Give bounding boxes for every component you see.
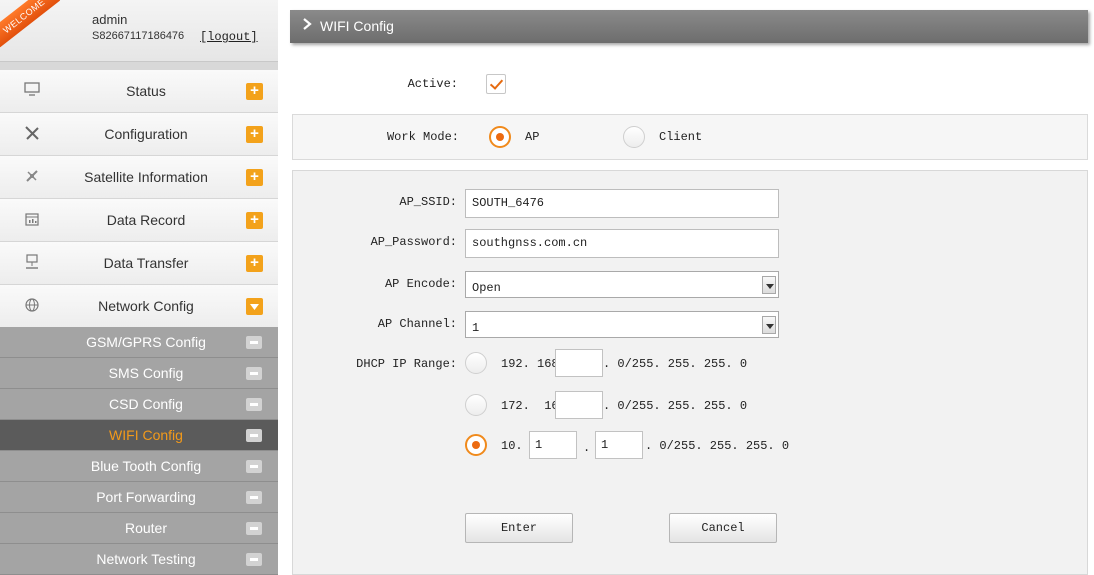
submenu-item-csd-config[interactable]: CSD Config: [0, 389, 278, 420]
submenu-item-label: WIFI Config: [109, 427, 183, 443]
menu-item-network-config[interactable]: Network Config: [0, 285, 278, 328]
submenu-item-label: Port Forwarding: [96, 489, 196, 505]
work-mode-ap-radio[interactable]: [489, 126, 511, 148]
ap-channel-value: 1: [472, 321, 480, 335]
cancel-button[interactable]: Cancel: [669, 513, 777, 543]
menu-item-satellite-information[interactable]: Satellite Information +: [0, 156, 278, 199]
logout-link[interactable]: [logout]: [200, 30, 258, 44]
menu-item-status[interactable]: Status +: [0, 70, 278, 113]
user-info-panel: WELCOME admin S82667117186476 [logout]: [0, 0, 278, 62]
ap-channel-label: AP Channel:: [377, 317, 457, 331]
dhcp-range-10-dot: .: [583, 441, 591, 455]
username: admin: [92, 12, 128, 27]
work-mode-client-label: Client: [659, 130, 703, 144]
sidebar: WELCOME admin S82667117186476 [logout] S…: [0, 0, 278, 575]
ap-settings-panel: AP_SSID: SOUTH_6476 AP_Password: southgn…: [292, 170, 1088, 575]
globe-icon: [22, 297, 42, 317]
expand-plus-icon[interactable]: +: [246, 255, 263, 272]
dhcp-range-10-octet1-input[interactable]: 1: [529, 431, 577, 459]
submenu-item-label: Router: [124, 520, 168, 536]
dhcp-range-10-radio[interactable]: [465, 434, 487, 456]
submenu-item-port-forwarding[interactable]: Port Forwarding: [0, 482, 278, 513]
minus-icon: [246, 491, 262, 504]
submenu-item-gsm-gprs-config[interactable]: GSM/GPRS Config: [0, 327, 278, 358]
submenu-item-label: SMS Config: [108, 365, 184, 381]
menu-item-label: Network Config: [98, 298, 194, 314]
welcome-badge: WELCOME: [0, 0, 61, 48]
minus-icon: [246, 367, 262, 380]
network-icon: [22, 254, 42, 274]
submenu-item-sms-config[interactable]: SMS Config: [0, 358, 278, 389]
dropdown-arrow-icon: [762, 316, 776, 334]
work-mode-row: Work Mode: AP Client: [292, 114, 1088, 160]
ap-ssid-input[interactable]: SOUTH_6476: [465, 189, 779, 218]
dropdown-arrow-icon: [762, 276, 776, 294]
satellite-icon: [22, 168, 42, 188]
work-mode-label: Work Mode:: [386, 130, 459, 144]
enter-button[interactable]: Enter: [465, 513, 573, 543]
work-mode-client-radio[interactable]: [623, 126, 645, 148]
network-config-submenu: GSM/GPRS Config SMS Config CSD Config WI…: [0, 327, 278, 575]
dhcp-range-172-suffix: . 0/255. 255. 255. 0: [603, 399, 748, 413]
minus-icon: [246, 398, 262, 411]
page-header: WIFI Config: [290, 10, 1088, 43]
ap-password-input[interactable]: southgnss.com.cn: [465, 229, 779, 258]
submenu-item-label: GSM/GPRS Config: [86, 334, 206, 350]
ap-password-label: AP_Password:: [370, 235, 457, 249]
dhcp-range-172-octet-input[interactable]: [555, 391, 603, 419]
submenu-item-router[interactable]: Router: [0, 513, 278, 544]
menu-item-label: Data Record: [106, 212, 186, 228]
dhcp-range-172-radio[interactable]: [465, 394, 487, 416]
chevron-right-icon: [302, 17, 312, 34]
submenu-item-label: Network Testing: [96, 551, 196, 567]
monitor-icon: [22, 82, 42, 102]
minus-icon: [246, 553, 262, 566]
menu-item-label: Configuration: [104, 126, 188, 142]
menu-divider: [0, 62, 278, 70]
dhcp-range-10-octet2-input[interactable]: 1: [595, 431, 643, 459]
ap-encode-value: Open: [472, 281, 501, 295]
menu-item-label: Data Transfer: [103, 255, 189, 271]
submenu-item-wifi-config[interactable]: WIFI Config: [0, 420, 278, 451]
expand-plus-icon[interactable]: +: [246, 126, 263, 143]
menu-item-label: Status: [126, 83, 166, 99]
menu-item-data-record[interactable]: Data Record +: [0, 199, 278, 242]
ap-encode-label: AP Encode:: [384, 277, 457, 291]
submenu-item-blue-tooth-config[interactable]: Blue Tooth Config: [0, 451, 278, 482]
work-mode-ap-label: AP: [525, 130, 540, 144]
ap-channel-select[interactable]: 1: [465, 311, 779, 338]
calendar-icon: [22, 211, 42, 231]
minus-icon: [246, 522, 262, 535]
active-label: Active:: [407, 77, 458, 91]
menu-item-configuration[interactable]: Configuration +: [0, 113, 278, 156]
menu-item-data-transfer[interactable]: Data Transfer +: [0, 242, 278, 285]
submenu-item-label: Blue Tooth Config: [90, 458, 202, 474]
dhcp-range-10-suffix: . 0/255. 255. 255. 0: [645, 439, 790, 453]
expand-plus-icon[interactable]: +: [246, 83, 263, 100]
minus-icon: [246, 336, 262, 349]
main-menu: Status + Configuration + Satellite Infor…: [0, 70, 278, 328]
active-checkbox[interactable]: [486, 74, 506, 94]
expand-plus-icon[interactable]: +: [246, 169, 263, 186]
expand-plus-icon[interactable]: +: [246, 212, 263, 229]
device-serial: S82667117186476: [92, 30, 185, 42]
dhcp-range-192-radio[interactable]: [465, 352, 487, 374]
collapse-arrow-icon[interactable]: [246, 298, 263, 315]
main-content: WIFI Config Active: Work Mode: AP Client…: [290, 10, 1090, 575]
tools-icon: [22, 125, 42, 145]
minus-icon: [246, 460, 262, 473]
dhcp-range-192-octet-input[interactable]: [555, 349, 603, 377]
menu-item-label: Satellite Information: [84, 169, 208, 185]
submenu-item-label: CSD Config: [109, 396, 183, 412]
page-title: WIFI Config: [320, 18, 394, 34]
minus-icon: [246, 429, 262, 442]
ap-encode-select[interactable]: Open: [465, 271, 779, 298]
dhcp-ip-range-label: DHCP IP Range:: [356, 357, 457, 371]
submenu-item-network-testing[interactable]: Network Testing: [0, 544, 278, 575]
active-row: Active:: [290, 65, 1088, 105]
dhcp-range-192-suffix: . 0/255. 255. 255. 0: [603, 357, 748, 371]
ap-ssid-label: AP_SSID:: [399, 195, 457, 209]
dhcp-range-10-prefix: 10.: [501, 439, 523, 453]
